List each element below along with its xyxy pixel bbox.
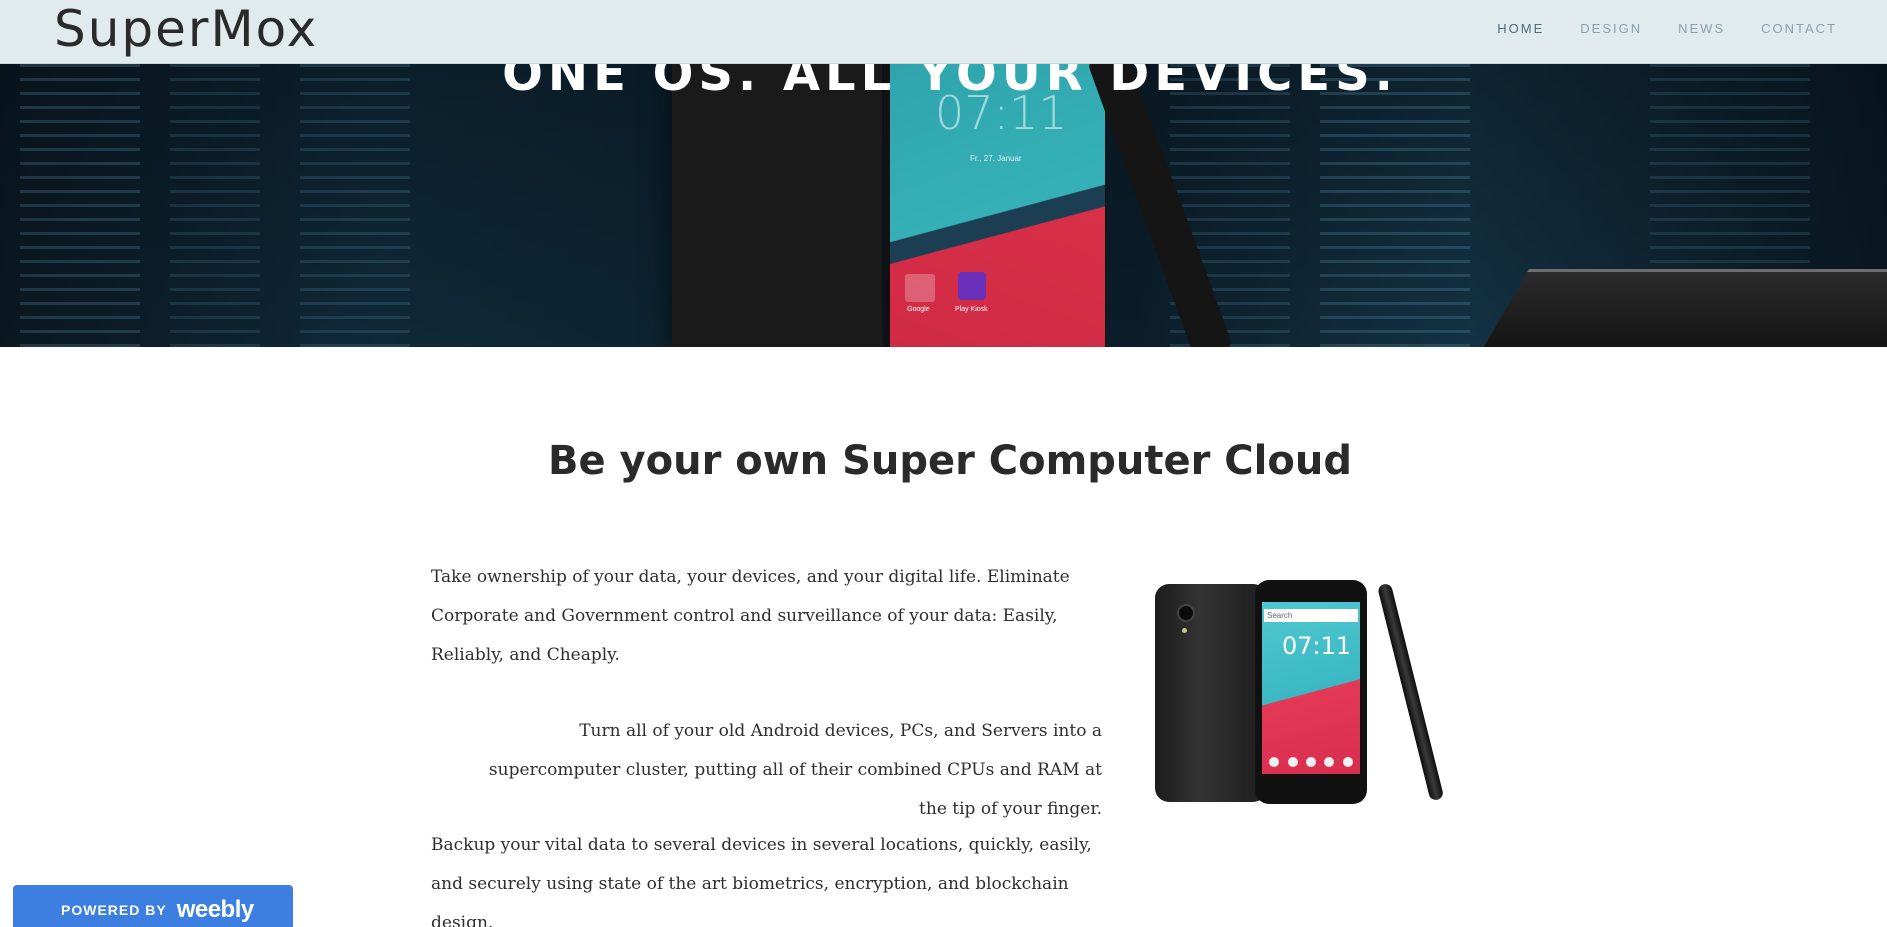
- nav-item-contact[interactable]: CONTACT: [1761, 21, 1837, 36]
- phone-app-icon: [1287, 757, 1298, 767]
- hero-banner: 07:11 Fr., 27. Januar Google Play Kiosk …: [0, 64, 1887, 347]
- phone-search-bar: Search: [1264, 609, 1358, 622]
- nav-item-home[interactable]: HOME: [1497, 21, 1544, 36]
- hero-title: ONE OS. ALL YOUR DEVICES.: [502, 64, 1398, 102]
- site-header: SuperMox HOME DESIGN NEWS CONTACT: [0, 0, 1887, 64]
- cluster-paragraph: Turn all of your old Android devices, PC…: [488, 721, 1102, 819]
- hero-phone-back-image: [672, 64, 882, 347]
- phone-screen: [1262, 602, 1360, 774]
- server-rack-decoration: [1320, 64, 1470, 347]
- app-label: Google: [907, 306, 930, 313]
- nav-item-design[interactable]: DESIGN: [1580, 21, 1642, 36]
- page-title: Be your own Super Computer Cloud: [548, 438, 1352, 484]
- phone-app-icon: [1269, 757, 1280, 767]
- server-rack-decoration: [300, 64, 410, 347]
- intro-paragraph: Take ownership of your data, your device…: [431, 567, 1070, 665]
- app-label: Play Kiosk: [955, 306, 988, 313]
- nav-item-news[interactable]: NEWS: [1678, 21, 1725, 36]
- phone-app-icon: [1324, 757, 1335, 767]
- phone-clock: 07:11: [1282, 632, 1352, 660]
- phone-dock: [1265, 754, 1357, 770]
- flash-icon: [1182, 628, 1187, 633]
- hero-laptop-image: [1471, 269, 1887, 347]
- weebly-logo: weebly: [176, 896, 255, 923]
- camera-icon: [1177, 604, 1195, 622]
- phone-app-icon: [1305, 757, 1316, 767]
- app-folder-icon: [905, 274, 935, 302]
- site-logo[interactable]: SuperMox: [54, 0, 318, 60]
- main-nav: HOME DESIGN NEWS CONTACT: [1497, 21, 1837, 36]
- powered-by-weebly-badge[interactable]: POWERED BY weebly: [13, 885, 293, 927]
- phone-product-image: Search 07:11: [1155, 580, 1445, 805]
- server-rack-decoration: [20, 64, 140, 347]
- phone-app-icon: [1342, 757, 1353, 767]
- play-kiosk-icon: [958, 272, 986, 300]
- phone-back: [1155, 584, 1267, 802]
- powered-by-label: POWERED BY: [61, 902, 167, 918]
- phone-side-view: [1377, 582, 1445, 802]
- phone-navbar: [1262, 774, 1360, 792]
- backup-paragraph: Backup your vital data to several device…: [431, 835, 1092, 927]
- hero-phone-date: Fr., 27. Januar: [970, 154, 1022, 163]
- server-rack-decoration: [170, 64, 260, 347]
